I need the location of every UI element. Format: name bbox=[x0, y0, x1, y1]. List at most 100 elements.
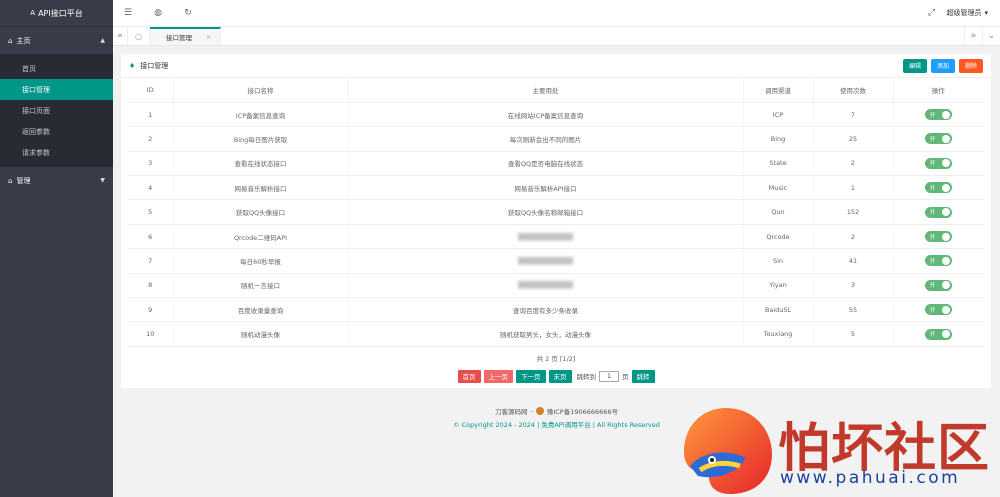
next-page-button[interactable]: 下一页 bbox=[516, 369, 546, 383]
toggle-knob bbox=[941, 183, 950, 192]
status-toggle[interactable]: 开 bbox=[924, 206, 952, 218]
redacted-text: ▒▒▒▒▒▒▒▒▒▒▒ bbox=[518, 232, 573, 241]
caret-up-icon: ▲ bbox=[100, 37, 105, 44]
col-name[interactable]: 接口名称 bbox=[173, 78, 349, 103]
delete-button[interactable]: 删除 bbox=[958, 58, 983, 73]
cell-count: 2 bbox=[813, 224, 894, 250]
sidebar-item-request-params[interactable]: 请求参数 bbox=[0, 142, 113, 163]
cell-channel: Bing bbox=[743, 126, 814, 152]
col-usage[interactable]: 主要用处 bbox=[348, 78, 744, 103]
cell-id: 8 bbox=[128, 273, 174, 299]
logo[interactable]: A API接口平台 bbox=[0, 0, 113, 27]
close-icon[interactable]: ✕ bbox=[206, 34, 211, 41]
card-title: 接口管理 bbox=[140, 61, 169, 70]
cell-channel: BaiduSL bbox=[743, 297, 814, 323]
tab-api-manage[interactable]: 接口管理 ✕ bbox=[150, 27, 222, 45]
fullscreen-icon[interactable]: ⤢ bbox=[916, 8, 946, 18]
tab-home-icon[interactable]: ○ bbox=[128, 27, 150, 45]
globe-icon[interactable]: ◍ bbox=[143, 8, 173, 18]
tab-scroll-left-icon[interactable]: « bbox=[113, 27, 128, 45]
cell-name: Bing每日图片获取 bbox=[173, 126, 349, 152]
cell-id: 7 bbox=[128, 248, 174, 274]
nav-group-label: 主页 bbox=[16, 36, 31, 45]
prev-page-button[interactable]: 上一页 bbox=[483, 369, 513, 383]
col-id[interactable]: ID bbox=[128, 78, 174, 103]
col-channel[interactable]: 调用渠道 bbox=[743, 78, 814, 103]
home-icon: ⌂ bbox=[8, 176, 13, 185]
edit-button[interactable]: 编辑 bbox=[902, 58, 927, 73]
cell-count: 3 bbox=[813, 273, 894, 299]
toggle-knob bbox=[941, 159, 950, 168]
cell-channel: Music bbox=[743, 175, 814, 201]
watermark-logo-icon bbox=[684, 408, 772, 494]
home-icon: ⌂ bbox=[8, 36, 13, 45]
cell-usage: 随机获取男头，女头，动漫头像 bbox=[348, 321, 744, 347]
cell-action: 开 bbox=[893, 321, 983, 347]
status-toggle[interactable]: 开 bbox=[924, 231, 952, 243]
nav-group-home[interactable]: ⌂ 主页 ▲ bbox=[0, 27, 113, 54]
cell-count: 152 bbox=[813, 199, 894, 225]
cell-usage: 在线网站ICP备案信息查询 bbox=[348, 102, 744, 128]
table-row: 7 每日60秒早报 ▒▒▒▒▒▒▒▒▒▒▒ Sin 41 开 bbox=[128, 248, 983, 274]
cell-usage: ▒▒▒▒▒▒▒▒▒▒▒ bbox=[348, 248, 744, 274]
api-manage-card: ♦ 接口管理 编辑 添加 删除 ID 接口名称 主要用处 调用渠道 使用次数 操… bbox=[121, 54, 991, 388]
cell-count: 1 bbox=[813, 175, 894, 201]
sidebar-item-api-page[interactable]: 接口页面 bbox=[0, 100, 113, 121]
cell-usage: ▒▒▒▒▒▒▒▒▒▒▒ bbox=[348, 224, 744, 250]
cell-id: 10 bbox=[128, 321, 174, 347]
cell-name: 随机动漫头像 bbox=[173, 321, 349, 347]
jump-button[interactable]: 跳转 bbox=[631, 369, 655, 383]
last-page-button[interactable]: 末页 bbox=[548, 369, 572, 383]
nav-group-label: 管理 bbox=[16, 176, 31, 185]
toggle-label: 开 bbox=[929, 136, 936, 143]
header: ☰ ◍ ↻ ⤢ 超级管理员 ▾ bbox=[113, 0, 1000, 27]
cell-id: 9 bbox=[128, 297, 174, 323]
col-count[interactable]: 使用次数 bbox=[813, 78, 894, 103]
cell-name: 每日60秒早报 bbox=[173, 248, 349, 274]
tab-scroll-right-icon[interactable]: » bbox=[964, 27, 982, 45]
page-input[interactable]: 1 bbox=[599, 370, 619, 382]
sidebar-item-api-manage[interactable]: 接口管理 bbox=[0, 79, 113, 100]
add-button[interactable]: 添加 bbox=[930, 58, 955, 73]
cell-channel: ICP bbox=[743, 102, 814, 128]
status-toggle[interactable]: 开 bbox=[924, 328, 952, 340]
toggle-knob bbox=[941, 208, 950, 217]
nav-group-manage[interactable]: ⌂ 管理 ▼ bbox=[0, 167, 113, 194]
table-row: 10 随机动漫头像 随机获取男头，女头，动漫头像 Touxiang 5 开 bbox=[128, 321, 983, 347]
footer-icp[interactable]: 豫ICP备1906666666号 bbox=[547, 406, 618, 416]
cell-action: 开 bbox=[893, 175, 983, 201]
pager: 首页 上一页 下一页 末页 跳转到 1 页 跳转 bbox=[121, 369, 991, 383]
table-row: 2 Bing每日图片获取 每次刷新会出不同的图片 Bing 25 开 bbox=[128, 126, 983, 152]
status-toggle[interactable]: 开 bbox=[924, 279, 952, 291]
table-row: 4 网易音乐解析接口 网易音乐解析API接口 Music 1 开 bbox=[128, 175, 983, 201]
menu-toggle-icon[interactable]: ☰ bbox=[113, 8, 143, 18]
table-row: 1 ICP备案信息查询 在线网站ICP备案信息查询 ICP 7 开 bbox=[128, 102, 983, 128]
table-header-row: ID 接口名称 主要用处 调用渠道 使用次数 操作 bbox=[128, 78, 983, 103]
status-toggle[interactable]: 开 bbox=[924, 133, 952, 145]
status-toggle[interactable]: 开 bbox=[924, 304, 952, 316]
toggle-label: 开 bbox=[929, 185, 936, 192]
user-name: 超级管理员 bbox=[946, 9, 982, 17]
watermark-url: www.pahuai.com bbox=[780, 468, 961, 488]
cell-usage: 每次刷新会出不同的图片 bbox=[348, 126, 744, 152]
user-menu[interactable]: 超级管理员 ▾ bbox=[946, 8, 1000, 18]
refresh-icon[interactable]: ↻ bbox=[173, 8, 203, 18]
toggle-label: 开 bbox=[929, 210, 936, 217]
status-toggle[interactable]: 开 bbox=[924, 109, 952, 121]
table-row: 3 查看在线状态接口 查看QQ是否电脑在线状态 State 2 开 bbox=[128, 151, 983, 177]
status-toggle[interactable]: 开 bbox=[924, 182, 952, 194]
toggle-knob bbox=[941, 232, 950, 241]
footer-site[interactable]: 刀客源码网 bbox=[495, 406, 528, 416]
pager-info: 共 2 页 [1/2] bbox=[536, 354, 576, 363]
sidebar-item-return-params[interactable]: 返回参数 bbox=[0, 121, 113, 142]
tab-menu-chevron-icon[interactable]: ⌄ bbox=[982, 27, 1000, 45]
status-toggle[interactable]: 开 bbox=[924, 255, 952, 267]
card-header: ♦ 接口管理 编辑 添加 删除 bbox=[121, 54, 991, 78]
toggle-label: 开 bbox=[929, 234, 936, 241]
toggle-label: 开 bbox=[929, 161, 936, 168]
first-page-button[interactable]: 首页 bbox=[457, 369, 481, 383]
cell-usage: 查看QQ是否电脑在线状态 bbox=[348, 151, 744, 177]
sidebar-item-home[interactable]: 首页 bbox=[0, 58, 113, 79]
cell-channel: State bbox=[743, 151, 814, 177]
status-toggle[interactable]: 开 bbox=[924, 157, 952, 169]
